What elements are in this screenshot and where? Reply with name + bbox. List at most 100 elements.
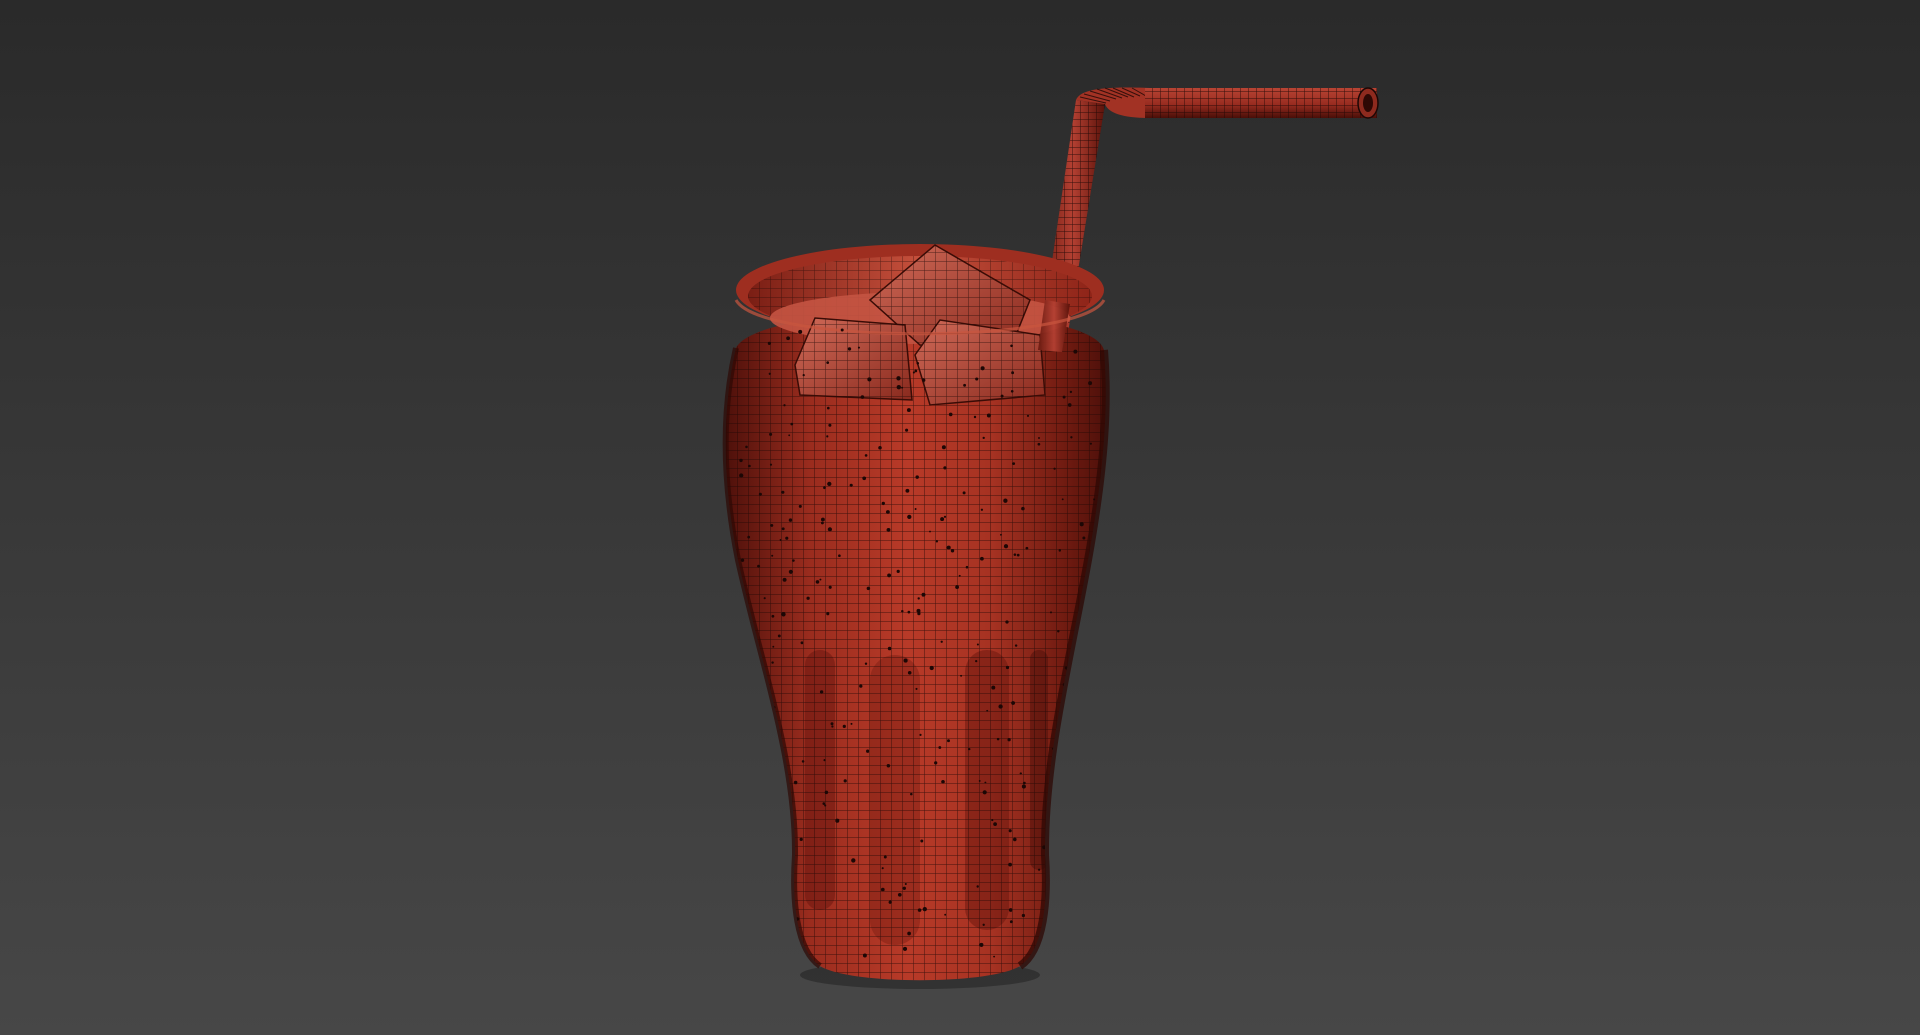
bubble-speck bbox=[1093, 498, 1096, 501]
bubble-speck bbox=[1061, 498, 1064, 501]
bubble-speck bbox=[850, 722, 853, 725]
bubble-speck bbox=[915, 475, 919, 479]
bubble-speck bbox=[1000, 394, 1004, 398]
bubble-speck bbox=[769, 463, 773, 466]
bubble-speck bbox=[1014, 644, 1018, 647]
bubble-speck bbox=[917, 597, 920, 600]
3d-viewport[interactable] bbox=[0, 0, 1920, 1035]
bubble-speck bbox=[881, 867, 884, 870]
bubble-speck bbox=[799, 837, 803, 842]
bubble-speck bbox=[941, 780, 945, 784]
bubble-speck bbox=[758, 492, 762, 496]
bubble-speck bbox=[1008, 829, 1012, 833]
bubble-speck bbox=[896, 376, 901, 381]
bubble-speck bbox=[897, 892, 902, 897]
bubble-speck bbox=[975, 659, 978, 663]
bubble-speck bbox=[946, 545, 951, 550]
bubble-speck bbox=[1008, 908, 1013, 912]
bubble-speck bbox=[979, 942, 984, 947]
bubble-speck bbox=[943, 466, 947, 470]
bubble-speck bbox=[827, 481, 832, 487]
bubble-speck bbox=[745, 445, 748, 449]
bubble-speck bbox=[904, 882, 907, 886]
bubble-speck bbox=[881, 501, 885, 506]
bubble-speck bbox=[823, 758, 826, 762]
bubble-speck bbox=[1026, 414, 1030, 417]
bubble-speck bbox=[862, 476, 867, 481]
bubble-speck bbox=[757, 564, 761, 568]
bubble-speck bbox=[902, 886, 906, 890]
bubble-speck bbox=[806, 596, 810, 600]
bubble-speck bbox=[905, 488, 910, 493]
bubble-speck bbox=[1005, 620, 1009, 624]
bubble-speck bbox=[922, 378, 926, 382]
bubble-speck bbox=[1005, 665, 1010, 670]
bubble-speck bbox=[1016, 553, 1020, 557]
bubble-speck bbox=[838, 554, 841, 558]
bubble-speck bbox=[1013, 837, 1017, 842]
bubble-speck bbox=[986, 413, 991, 418]
bubble-speck bbox=[1010, 344, 1013, 348]
bubble-speck bbox=[860, 395, 865, 399]
bubble-speck bbox=[858, 346, 860, 349]
bubble-speck bbox=[998, 704, 1003, 709]
bubble-speck bbox=[739, 458, 743, 463]
bubble-speck bbox=[947, 739, 950, 743]
bubble-speck bbox=[1079, 522, 1084, 527]
bubble-speck bbox=[1019, 772, 1022, 775]
bubble-speck bbox=[888, 900, 892, 904]
bubble-speck bbox=[788, 569, 794, 574]
bubble-speck bbox=[976, 643, 979, 646]
bubble-speck bbox=[982, 923, 985, 926]
bubble-speck bbox=[887, 646, 892, 651]
bubble-speck bbox=[800, 641, 804, 645]
bubble-speck bbox=[866, 749, 870, 753]
bubble-speck bbox=[1023, 781, 1026, 785]
bubble-speck bbox=[842, 724, 846, 729]
bubble-speck bbox=[748, 464, 751, 468]
bubble-speck bbox=[885, 510, 890, 514]
bubble-speck bbox=[826, 612, 830, 616]
bubble-speck bbox=[828, 585, 832, 589]
bubble-speck bbox=[896, 385, 901, 390]
viewport-scene[interactable] bbox=[0, 0, 1920, 1035]
bubble-speck bbox=[767, 341, 772, 345]
bubble-speck bbox=[843, 779, 847, 783]
bubble-speck bbox=[781, 527, 785, 531]
bubble-speck bbox=[976, 885, 979, 888]
bubble-speck bbox=[1000, 533, 1002, 536]
bubble-speck bbox=[790, 422, 794, 426]
bubble-speck bbox=[929, 530, 931, 533]
bubble-speck bbox=[782, 577, 787, 582]
bubble-speck bbox=[962, 491, 966, 495]
bubble-speck bbox=[1012, 462, 1016, 465]
bubble-speck bbox=[747, 535, 751, 539]
bubble-speck bbox=[935, 540, 939, 543]
bubble-speck bbox=[901, 386, 904, 389]
bubble-speck bbox=[840, 328, 844, 332]
bubble-speck bbox=[864, 662, 868, 665]
bubble-speck bbox=[1049, 611, 1053, 614]
bubble-speck bbox=[772, 645, 775, 648]
bubble-speck bbox=[792, 559, 795, 562]
bubble-speck bbox=[986, 709, 989, 712]
bubble-speck bbox=[1088, 381, 1093, 386]
bubble-speck bbox=[907, 671, 912, 675]
bubble-speck bbox=[980, 556, 984, 561]
bubble-speck bbox=[1007, 738, 1011, 742]
bubble-speck bbox=[1025, 546, 1029, 550]
bubble-speck bbox=[914, 508, 917, 510]
bubble-speck bbox=[978, 779, 981, 782]
bubble-speck bbox=[1011, 371, 1015, 375]
bubble-speck bbox=[968, 747, 971, 751]
bubble-speck bbox=[914, 369, 918, 373]
bubble-speck bbox=[984, 781, 987, 784]
bubble-speck bbox=[929, 665, 934, 671]
bubble-speck bbox=[1082, 536, 1086, 540]
bubble-speck bbox=[1037, 442, 1041, 446]
bubble-speck bbox=[1089, 442, 1092, 445]
bubble-speck bbox=[965, 565, 969, 569]
bubble-speck bbox=[993, 955, 996, 958]
bubble-speck bbox=[973, 415, 977, 419]
bubble-speck bbox=[917, 611, 921, 616]
